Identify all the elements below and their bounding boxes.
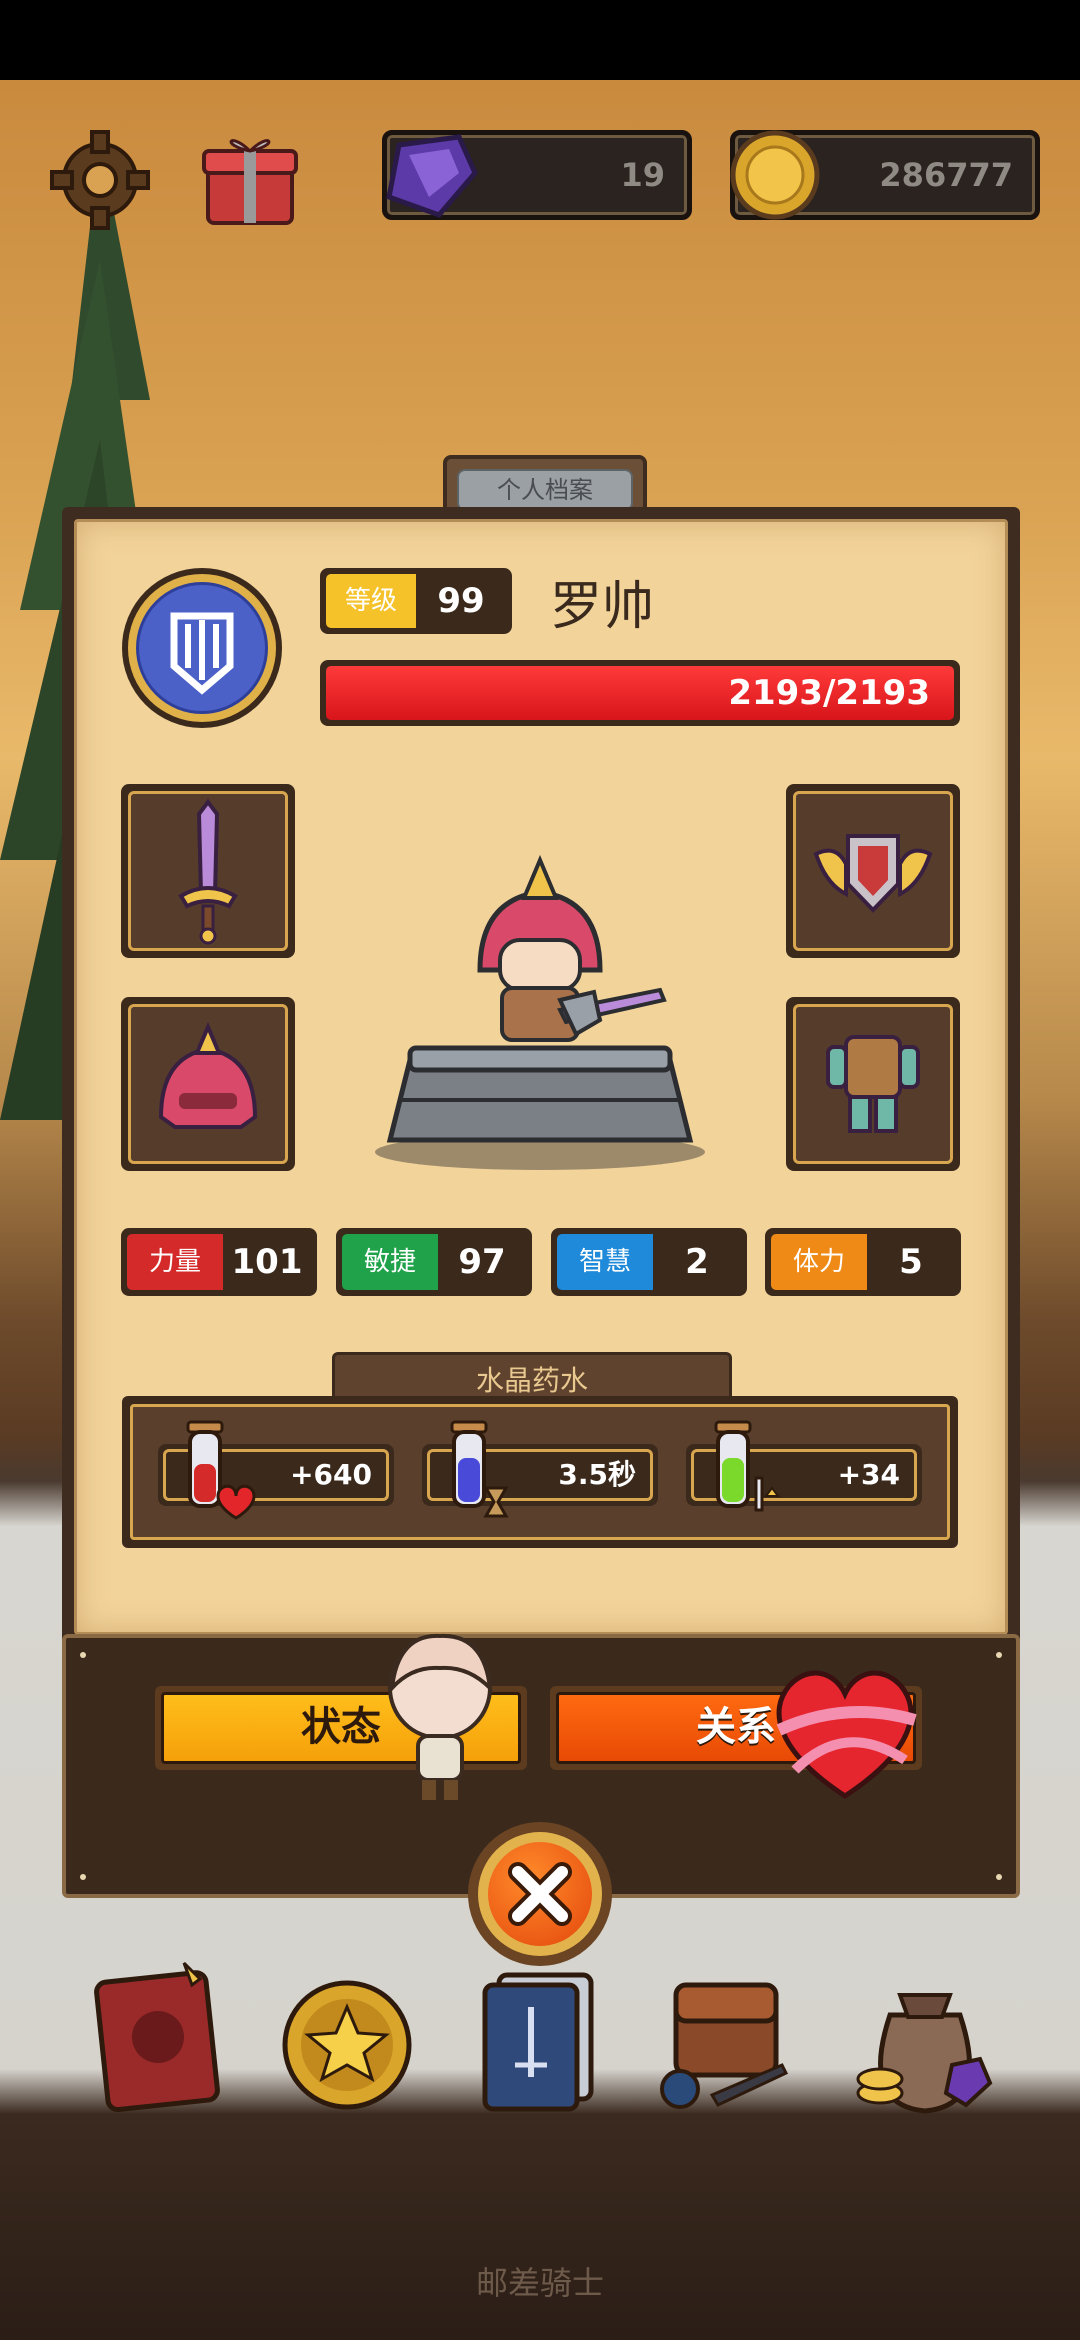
gem-count: 19	[620, 156, 665, 194]
close-button[interactable]	[468, 1822, 612, 1966]
skill-cards-icon[interactable]	[465, 1955, 615, 2125]
attack-potion-icon	[714, 1420, 780, 1512]
winged-shield-icon	[813, 834, 933, 913]
health-potion[interactable]: +640	[158, 1420, 394, 1520]
gold-coin-icon	[730, 130, 820, 220]
stat-strength: 力量 101	[121, 1228, 317, 1296]
stat-label: 力量	[127, 1234, 223, 1290]
gem-counter: 19	[382, 130, 692, 220]
weapon-slot[interactable]	[121, 784, 295, 958]
time-potion-value: 3.5秒	[558, 1458, 636, 1491]
shield-emblem-icon	[170, 612, 234, 695]
settings-gear-icon[interactable]	[48, 128, 152, 232]
health-bar: 2193/2193	[320, 660, 960, 726]
attack-potion[interactable]: +34	[686, 1420, 922, 1512]
stat-value: 101	[231, 1242, 303, 1282]
attack-potion-value: +34	[837, 1458, 900, 1491]
stat-value: 97	[458, 1242, 506, 1282]
stat-stamina: 体力 5	[765, 1228, 961, 1296]
footer-title: 邮差骑士	[475, 2264, 604, 2302]
stat-value: 5	[899, 1242, 923, 1282]
backpack-items-icon[interactable]	[652, 1955, 802, 2125]
level-label: 等级	[326, 574, 416, 628]
health-potion-icon	[186, 1420, 256, 1520]
sword-icon	[178, 798, 238, 945]
stat-value: 2	[685, 1242, 709, 1282]
heart-icon	[776, 1670, 917, 1799]
journal-book-icon[interactable]	[88, 1955, 238, 2125]
gold-count: 286777	[879, 156, 1013, 194]
stat-agility: 敏捷 97	[336, 1228, 532, 1296]
clothing-slot[interactable]	[786, 997, 960, 1171]
time-potion-icon	[450, 1420, 509, 1518]
helmet-icon	[158, 1021, 258, 1129]
profile-tab-title: 个人档案	[457, 469, 633, 511]
stat-label: 敏捷	[342, 1234, 438, 1290]
hero-character-on-pedestal	[375, 854, 705, 1170]
stat-wisdom: 智慧 2	[551, 1228, 747, 1296]
gold-counter: 286777	[730, 130, 1040, 220]
armor-emblem-slot[interactable]	[786, 784, 960, 958]
star-medal-icon[interactable]	[272, 1955, 422, 2125]
treasure-bag-icon[interactable]	[850, 1955, 1000, 2125]
outfit-icon	[826, 1035, 920, 1133]
player-name: 罗帅	[550, 577, 655, 637]
health-potion-value: +640	[290, 1458, 372, 1491]
level-value: 99	[416, 574, 506, 628]
purple-gem-icon	[386, 134, 478, 218]
close-icon	[508, 1862, 572, 1926]
stat-label: 智慧	[557, 1234, 653, 1290]
stat-label: 体力	[771, 1234, 867, 1290]
health-bar-text: 2193/2193	[728, 673, 930, 713]
time-potion[interactable]: 3.5秒	[422, 1420, 658, 1518]
helmet-slot[interactable]	[121, 997, 295, 1171]
gift-box-icon[interactable]	[200, 125, 300, 231]
guild-emblem	[122, 568, 282, 728]
chibi-character-icon	[388, 1633, 493, 1800]
level-badge: 等级 99	[320, 568, 512, 634]
